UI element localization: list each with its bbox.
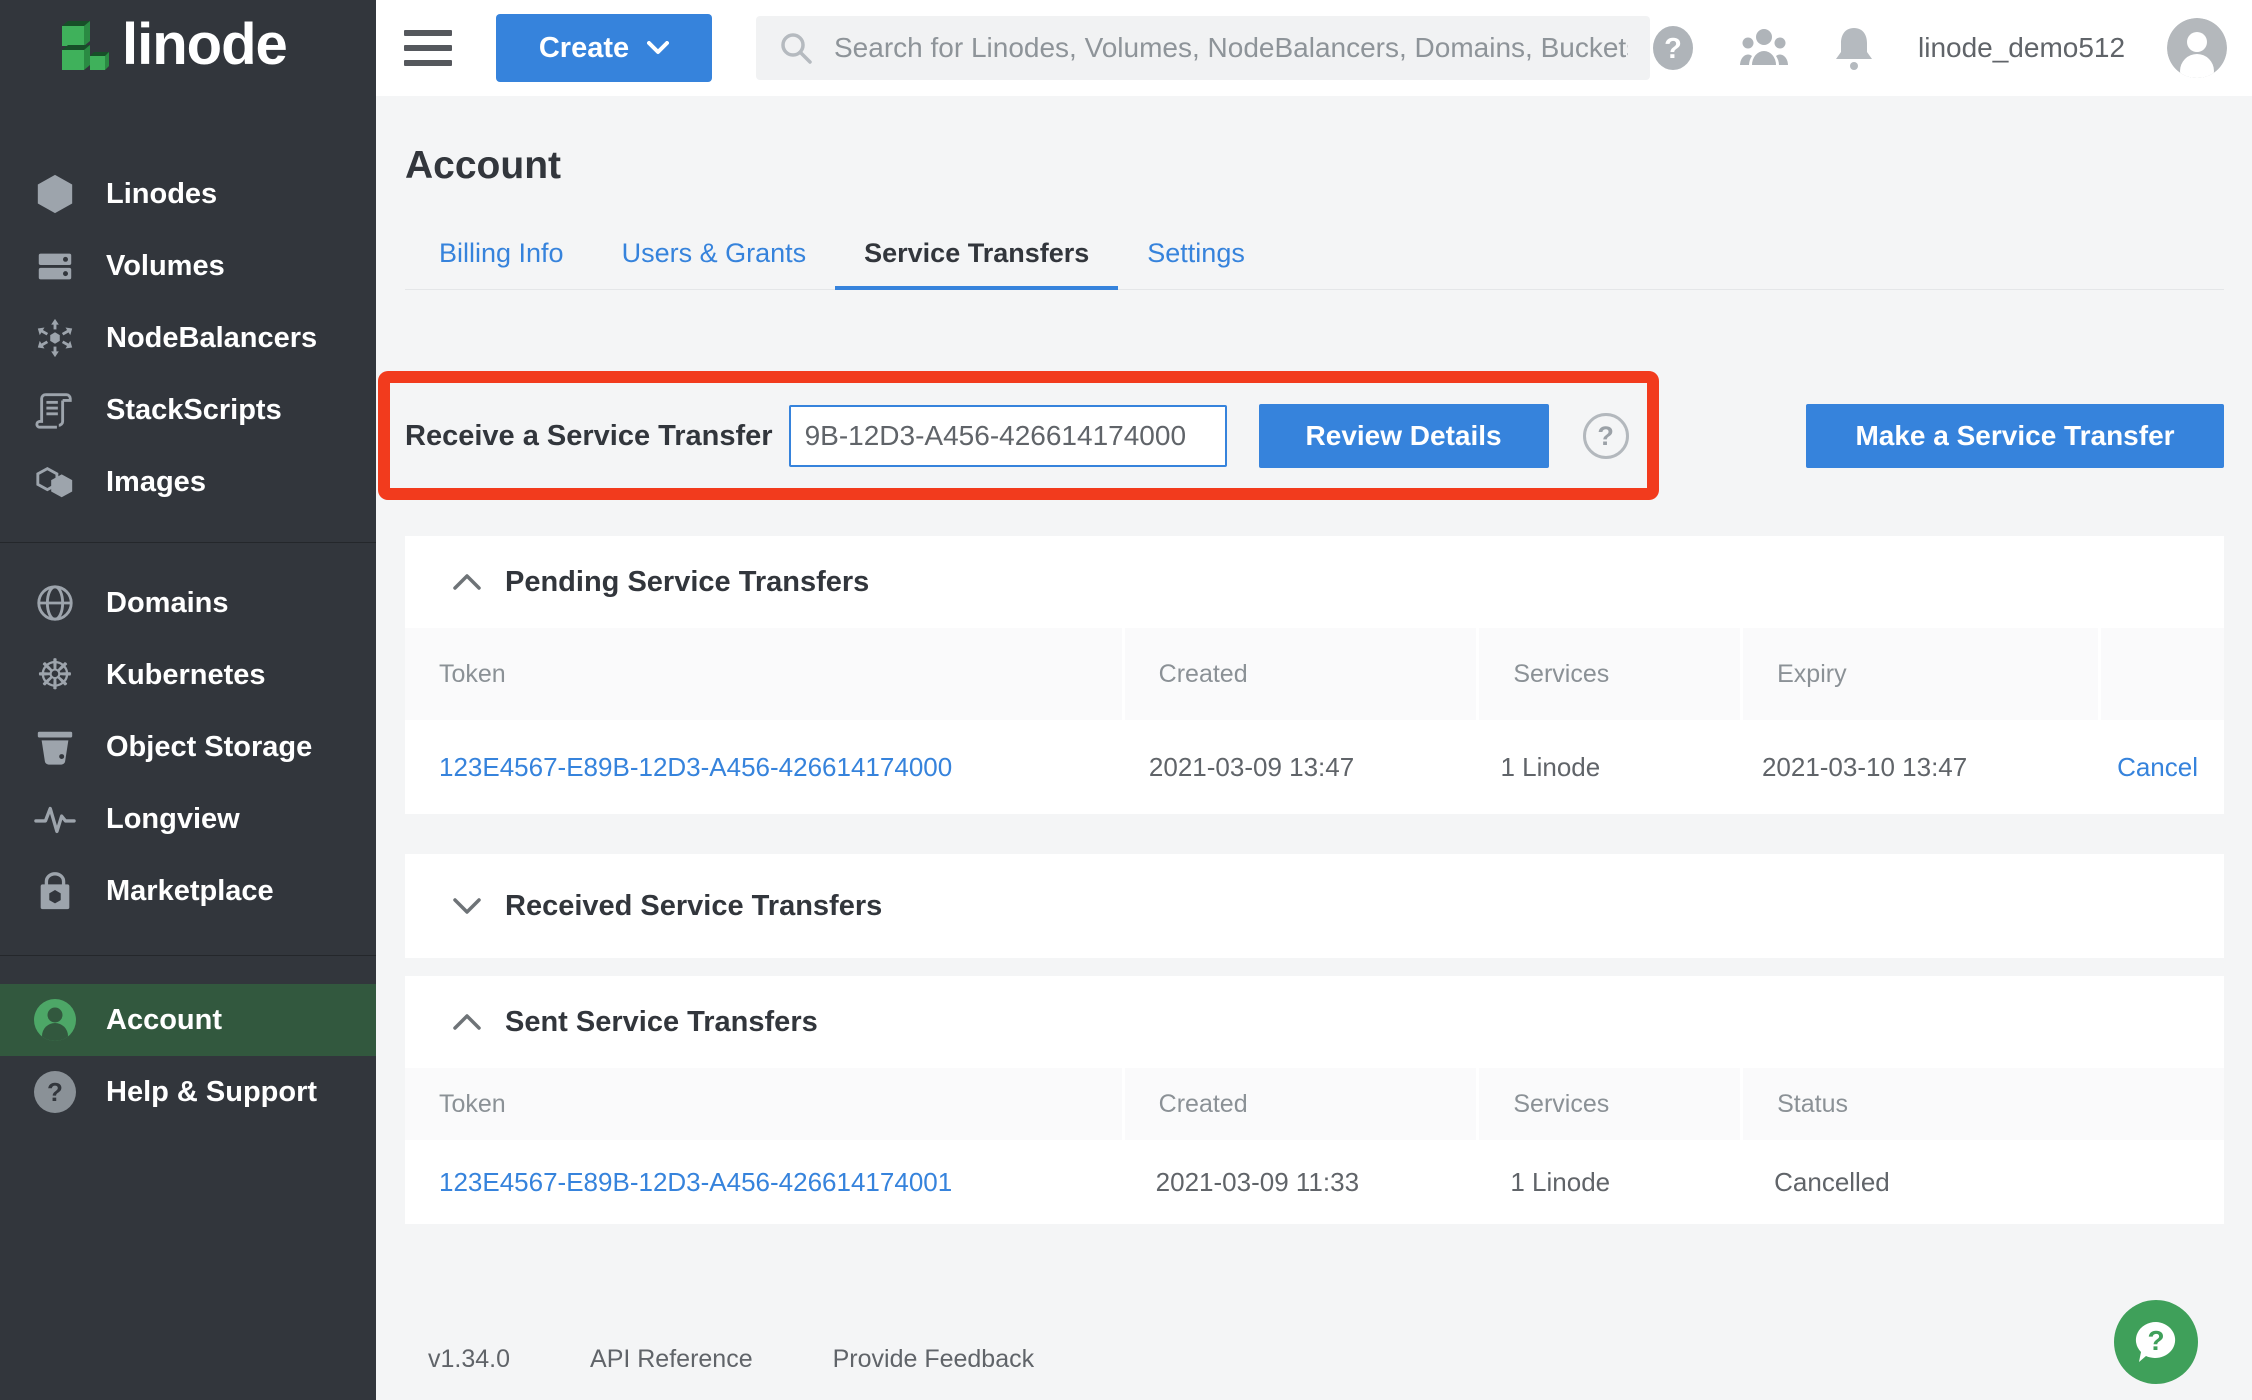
username[interactable]: linode_demo512: [1918, 32, 2125, 64]
object-storage-icon: [32, 724, 78, 770]
column-header-status: Status: [1740, 1068, 2224, 1140]
app-version: v1.34.0: [428, 1345, 510, 1374]
sidebar-item-object-storage[interactable]: Object Storage: [0, 711, 376, 783]
sidebar-divider: [0, 542, 376, 543]
linodes-icon: [32, 171, 78, 217]
sent-transfers-title: Sent Service Transfers: [505, 1006, 818, 1039]
transfer-controls-row: Receive a Service Transfer Review Detail…: [405, 372, 2224, 500]
pending-transfers-panel: Pending Service Transfers Token Created …: [405, 536, 2224, 814]
top-bar: Create ? linode_demo5: [376, 0, 2252, 96]
review-details-button[interactable]: Review Details: [1259, 404, 1549, 468]
sidebar-item-stackscripts[interactable]: StackScripts: [0, 374, 376, 446]
chevron-up-icon: [453, 1014, 481, 1030]
pending-transfers-header[interactable]: Pending Service Transfers: [405, 536, 2224, 628]
column-header-actions: [2098, 628, 2224, 720]
chevron-down-icon: [647, 41, 669, 55]
tab-billing-info[interactable]: Billing Info: [410, 240, 593, 290]
sidebar-item-linodes[interactable]: Linodes: [0, 158, 376, 230]
sent-created-cell: 2021-03-09 11:33: [1122, 1140, 1477, 1224]
stackscripts-icon: [32, 387, 78, 433]
pending-token-link[interactable]: 123E4567-E89B-12D3-A456-426614174000: [439, 752, 952, 783]
sent-transfers-header[interactable]: Sent Service Transfers: [405, 976, 2224, 1068]
receive-help-icon[interactable]: ?: [1583, 413, 1629, 459]
sent-transfers-panel: Sent Service Transfers Token Created Ser…: [405, 976, 2224, 1224]
column-header-token: Token: [405, 628, 1122, 720]
received-transfers-panel: Received Service Transfers: [405, 854, 2224, 958]
longview-icon: [32, 796, 78, 842]
pending-transfers-title: Pending Service Transfers: [505, 566, 869, 599]
community-icon[interactable]: [1738, 25, 1790, 71]
chevron-up-icon: [453, 574, 481, 590]
column-header-services: Services: [1476, 628, 1740, 720]
page-title: Account: [405, 144, 2224, 188]
search-bar[interactable]: [756, 16, 1650, 80]
pending-expiry-cell: 2021-03-10 13:47: [1728, 720, 2083, 814]
column-header-token: Token: [405, 1068, 1122, 1140]
support-chat-button[interactable]: ?: [2114, 1300, 2198, 1384]
search-icon: [778, 30, 814, 66]
make-service-transfer-button[interactable]: Make a Service Transfer: [1806, 404, 2224, 468]
cancel-transfer-link[interactable]: Cancel: [2117, 752, 2198, 783]
sidebar-item-account[interactable]: Account: [0, 984, 376, 1056]
svg-text:?: ?: [1664, 33, 1682, 65]
sidebar-item-kubernetes[interactable]: ☸ Kubernetes: [0, 639, 376, 711]
receive-transfer-label: Receive a Service Transfer: [405, 420, 773, 453]
footer: v1.34.0 API Reference Provide Feedback: [428, 1345, 1034, 1374]
sent-token-link[interactable]: 123E4567-E89B-12D3-A456-426614174001: [439, 1167, 952, 1198]
sidebar-item-domains[interactable]: Domains: [0, 567, 376, 639]
linode-logo-icon: [58, 20, 110, 76]
column-header-created: Created: [1122, 1068, 1477, 1140]
hamburger-menu-icon[interactable]: [404, 30, 452, 66]
pending-table-header: Token Created Services Expiry: [405, 628, 2224, 720]
help-icon: ?: [32, 1069, 78, 1115]
received-transfers-title: Received Service Transfers: [505, 890, 882, 923]
sidebar-divider: [0, 955, 376, 956]
provide-feedback-link[interactable]: Provide Feedback: [833, 1345, 1035, 1374]
sent-table-header: Token Created Services Status: [405, 1068, 2224, 1140]
sidebar-item-volumes[interactable]: Volumes: [0, 230, 376, 302]
api-reference-link[interactable]: API Reference: [590, 1345, 753, 1374]
tab-service-transfers[interactable]: Service Transfers: [835, 240, 1118, 290]
avatar[interactable]: [2167, 18, 2227, 78]
sent-status-cell: Cancelled: [1740, 1140, 2224, 1224]
marketplace-icon: [32, 868, 78, 914]
transfer-token-input[interactable]: [789, 405, 1227, 467]
nodebalancers-icon: [32, 315, 78, 361]
pending-services-cell: 1 Linode: [1466, 720, 1727, 814]
pending-created-cell: 2021-03-09 13:47: [1115, 720, 1467, 814]
column-header-expiry: Expiry: [1740, 628, 2098, 720]
images-icon: [32, 459, 78, 505]
tab-settings[interactable]: Settings: [1118, 240, 1274, 290]
column-header-created: Created: [1122, 628, 1477, 720]
brand-name: linode: [122, 16, 287, 80]
column-header-services: Services: [1476, 1068, 1740, 1140]
sent-services-cell: 1 Linode: [1476, 1140, 1740, 1224]
svg-text:?: ?: [2147, 1325, 2164, 1356]
account-icon: [32, 997, 78, 1043]
sent-table-row: 123E4567-E89B-12D3-A456-426614174001 202…: [405, 1140, 2224, 1224]
domains-icon: [32, 580, 78, 626]
chevron-down-icon: [453, 898, 481, 914]
kubernetes-icon: ☸: [32, 652, 78, 698]
sidebar-item-marketplace[interactable]: Marketplace: [0, 855, 376, 927]
svg-text:?: ?: [47, 1077, 63, 1107]
create-button[interactable]: Create: [496, 14, 712, 82]
main-content: Account Billing Info Users & Grants Serv…: [376, 96, 2252, 1400]
sidebar: linode Linodes Volumes: [0, 0, 376, 1400]
tab-users-grants[interactable]: Users & Grants: [593, 240, 836, 290]
tab-bar: Billing Info Users & Grants Service Tran…: [405, 240, 2224, 290]
sidebar-item-images[interactable]: Images: [0, 446, 376, 518]
sidebar-item-help-support[interactable]: ? Help & Support: [0, 1056, 376, 1128]
chat-question-icon: ?: [2128, 1314, 2184, 1370]
search-input[interactable]: [834, 32, 1628, 64]
pending-table-row: 123E4567-E89B-12D3-A456-426614174000 202…: [405, 720, 2224, 814]
sidebar-item-nodebalancers[interactable]: NodeBalancers: [0, 302, 376, 374]
notifications-bell-icon[interactable]: [1832, 24, 1876, 72]
received-transfers-header[interactable]: Received Service Transfers: [405, 854, 2224, 958]
help-circle-icon[interactable]: ?: [1650, 25, 1696, 71]
linode-logo[interactable]: linode: [0, 0, 376, 96]
volumes-icon: [32, 243, 78, 289]
sidebar-item-longview[interactable]: Longview: [0, 783, 376, 855]
